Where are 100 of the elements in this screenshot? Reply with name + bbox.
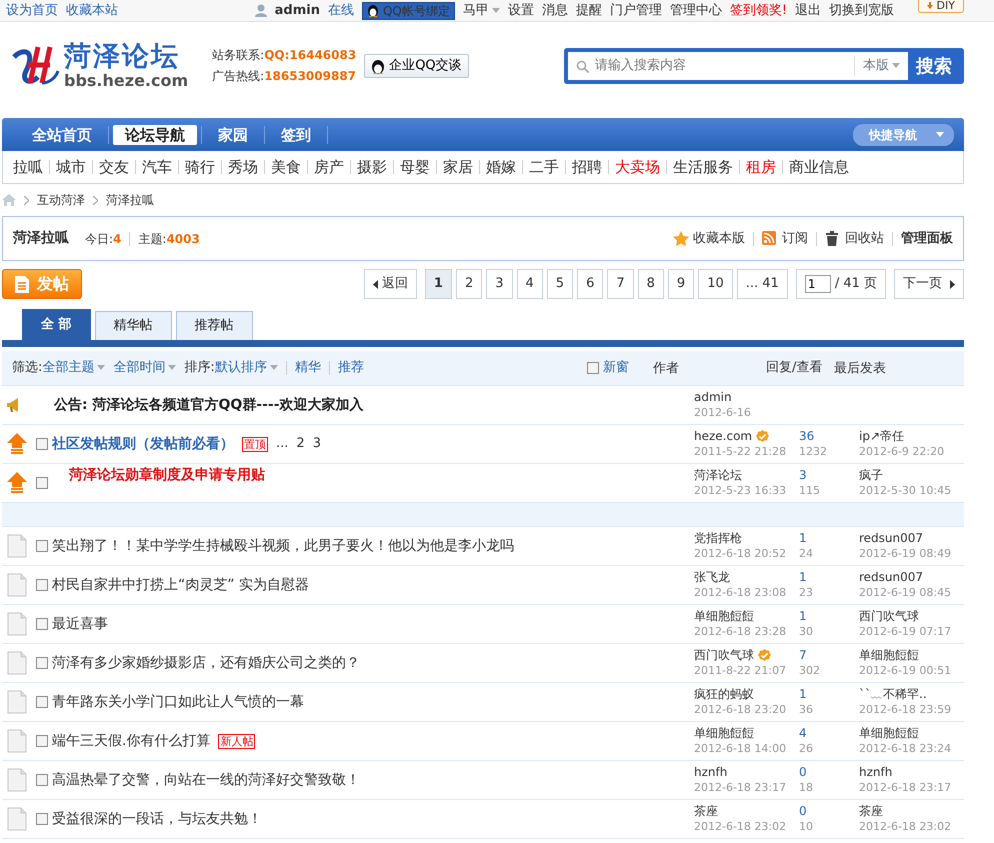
page-button[interactable]: 9: [668, 269, 694, 299]
top-link[interactable]: 切换到宽版: [829, 0, 894, 20]
top-link[interactable]: 设为首页: [6, 0, 58, 20]
reply-count[interactable]: 0: [799, 804, 807, 819]
thread-checkbox[interactable]: [36, 540, 48, 552]
category-link[interactable]: 二手: [523, 156, 565, 178]
search-field[interactable]: 请输入搜索内容 本版: [568, 52, 908, 80]
author-link[interactable]: heze.com: [694, 429, 752, 444]
top-link[interactable]: 提醒: [576, 0, 602, 20]
next-page-button[interactable]: 下一页: [894, 269, 964, 299]
top-link[interactable]: 门户管理: [610, 0, 662, 20]
category-link[interactable]: 秀场: [222, 156, 264, 178]
page-button[interactable]: ... 41: [736, 269, 788, 299]
breadcrumb-link[interactable]: 菏泽拉呱: [106, 191, 154, 209]
reply-count[interactable]: 4: [799, 726, 807, 741]
top-link[interactable]: 马甲: [462, 0, 500, 20]
last-poster-link[interactable]: redsun007: [859, 531, 924, 546]
category-link[interactable]: 商业信息: [783, 156, 855, 178]
thread-title[interactable]: 青年路东关小学门口如此让人气愤的一幕: [52, 692, 304, 712]
author-link[interactable]: admin: [694, 390, 732, 405]
nav-tab[interactable]: 全站首页: [20, 124, 104, 144]
reply-count[interactable]: 7: [799, 648, 807, 663]
category-link[interactable]: 家居: [437, 156, 479, 178]
page-button[interactable]: 4: [516, 269, 543, 299]
category-link[interactable]: 婚嫁: [480, 156, 522, 178]
nav-tab[interactable]: 论坛导航: [113, 124, 197, 144]
thread-title[interactable]: 最近喜事: [52, 614, 108, 634]
thread-title[interactable]: 受益很深的一段话，与坛友共勉！: [52, 808, 262, 830]
filter-link[interactable]: 精华: [294, 358, 321, 378]
status-link[interactable]: 在线: [328, 0, 354, 20]
forum-action-link[interactable]: 订阅: [762, 228, 808, 248]
last-poster-link[interactable]: 西门吹气球: [859, 609, 919, 624]
thread-checkbox[interactable]: [36, 438, 48, 450]
thread-checkbox[interactable]: [36, 618, 48, 630]
reply-count[interactable]: 1: [799, 609, 807, 624]
page-button[interactable]: 3: [486, 269, 512, 299]
forum-action-link[interactable]: 收藏本版: [673, 228, 745, 248]
category-link[interactable]: 城市: [50, 156, 92, 178]
page-button[interactable]: 6: [577, 269, 604, 299]
last-poster-link[interactable]: ``﹏不稀罕..: [859, 687, 927, 702]
breadcrumb-link[interactable]: 互动菏泽: [37, 191, 85, 209]
category-link[interactable]: 摄影: [351, 156, 393, 178]
forum-action-link[interactable]: 管理面板: [901, 228, 953, 248]
category-link[interactable]: 招聘: [566, 156, 608, 178]
top-link[interactable]: 退出: [795, 0, 822, 20]
thread-title[interactable]: 村民自家井中打捞上“肉灵芝” 实为自慰器: [52, 574, 309, 596]
page-link[interactable]: ...: [276, 434, 288, 454]
last-poster-link[interactable]: 单细胞餖餖: [859, 648, 919, 663]
category-link[interactable]: 拉呱: [7, 156, 49, 178]
page-button[interactable]: 1: [424, 269, 452, 299]
author-link[interactable]: 张飞龙: [694, 570, 730, 585]
page-button[interactable]: 7: [607, 269, 634, 299]
reply-count[interactable]: 3: [799, 468, 807, 483]
page-button[interactable]: 10: [698, 269, 733, 299]
filter-link[interactable]: 默认排序: [214, 358, 278, 378]
last-poster-link[interactable]: redsun007: [859, 570, 924, 585]
author-link[interactable]: 单细胞餖餖: [694, 726, 754, 741]
category-link[interactable]: 生活服务: [667, 156, 739, 178]
author-link[interactable]: 单细胞餖餖: [694, 609, 754, 624]
page-link[interactable]: 3: [312, 434, 321, 454]
filter-tab[interactable]: 全 部: [22, 309, 91, 340]
last-poster-link[interactable]: ip↗帝任: [859, 429, 904, 444]
filter-link[interactable]: 全部主题: [42, 358, 106, 378]
top-link[interactable]: 设置: [508, 0, 534, 20]
author-link[interactable]: 疯狂的蚂蚁: [694, 687, 754, 702]
thread-checkbox[interactable]: [36, 696, 48, 708]
nav-tab[interactable]: 家园: [206, 124, 260, 144]
category-link[interactable]: 骑行: [179, 156, 221, 178]
category-link[interactable]: 汽车: [136, 156, 178, 178]
filter-tab[interactable]: 精华帖: [94, 311, 172, 340]
last-poster-link[interactable]: hznfh: [859, 765, 892, 780]
filter-tab[interactable]: 推荐帖: [176, 311, 253, 340]
username-link[interactable]: admin: [274, 0, 320, 20]
thread-checkbox[interactable]: [36, 774, 48, 786]
forum-action-link[interactable]: 回收站: [825, 228, 884, 248]
thread-title[interactable]: 社区发帖规则（发帖前必看）: [52, 434, 234, 454]
page-number-field[interactable]: 1: [804, 275, 831, 293]
author-link[interactable]: 党指挥枪: [694, 531, 742, 546]
nav-tab[interactable]: 签到: [269, 124, 323, 144]
qq-chat-button[interactable]: 企业QQ交谈: [364, 54, 469, 78]
author-link[interactable]: 西门吹气球: [694, 648, 754, 663]
thread-checkbox[interactable]: [36, 579, 48, 591]
filter-link[interactable]: 全部时间: [113, 358, 176, 378]
page-button[interactable]: 8: [638, 269, 664, 299]
category-link[interactable]: 租房: [740, 156, 782, 178]
thread-checkbox[interactable]: [36, 813, 48, 825]
top-link[interactable]: 签到领奖!: [730, 0, 788, 20]
diy-button[interactable]: DIY: [918, 0, 964, 13]
reply-count[interactable]: 0: [799, 765, 807, 780]
page-button[interactable]: 5: [546, 269, 574, 299]
last-poster-link[interactable]: 茶座: [859, 804, 883, 819]
top-link[interactable]: 管理中心: [670, 0, 722, 20]
author-link[interactable]: hznfh: [694, 765, 728, 780]
new-window-checkbox[interactable]: 新窗: [587, 358, 629, 378]
thread-title[interactable]: 公告: 菏泽论坛各频道官方QQ群----欢迎大家加入: [54, 394, 364, 416]
author-link[interactable]: 菏泽论坛: [694, 468, 742, 483]
thread-checkbox[interactable]: [36, 477, 48, 489]
category-link[interactable]: 大卖场: [609, 156, 666, 178]
thread-checkbox[interactable]: [36, 735, 48, 747]
reply-count[interactable]: 1: [799, 570, 807, 585]
